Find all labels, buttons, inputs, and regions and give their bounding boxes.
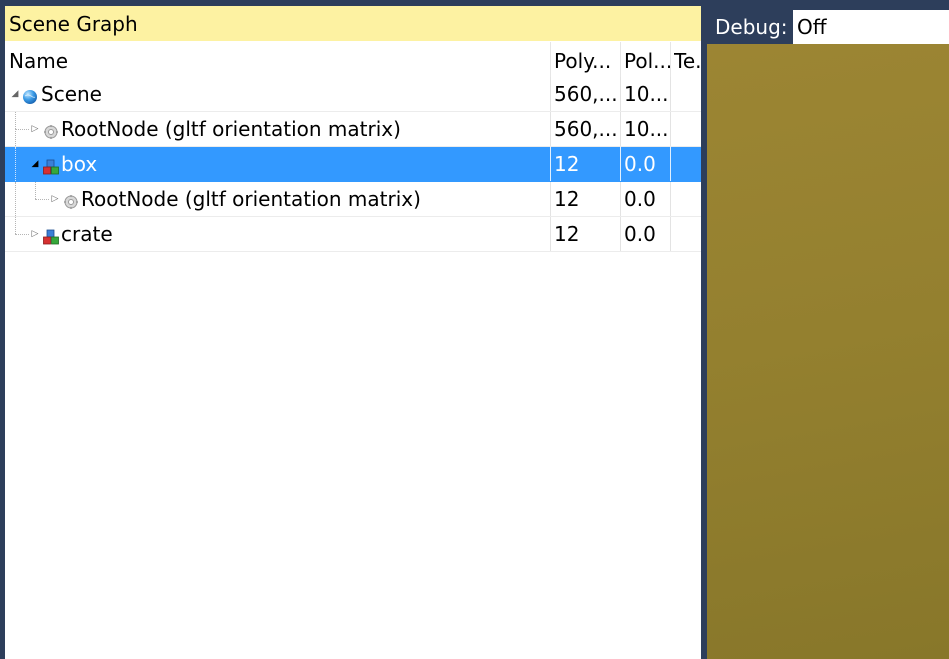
cubes-icon: [43, 156, 59, 175]
cell-divider: [620, 182, 621, 216]
column-header-row: Name Poly... Pol... Te...: [5, 42, 701, 77]
debug-toolbar: Debug: Off: [707, 6, 949, 44]
tree-row-rootnode[interactable]: ▷ RootNode (gltf orientation matrix) 12 …: [5, 182, 701, 217]
tree-row-rootnode[interactable]: ▷ RootNode (gltf orientation matrix) 560…: [5, 112, 701, 147]
column-header-name[interactable]: Name: [9, 42, 549, 77]
column-header-poly-percent[interactable]: Pol...: [624, 42, 670, 77]
tree-connector: [15, 129, 29, 130]
gear-node-icon: [63, 191, 79, 209]
tree-connector: [35, 199, 49, 200]
tree-row-label: box: [61, 152, 98, 176]
tree-row-label: Scene: [41, 82, 102, 106]
cell-divider: [620, 77, 621, 111]
collapsed-arrow-icon[interactable]: ▷: [30, 217, 40, 251]
scene-graph-panel: Scene Graph Name Poly... Pol... Te... ◢ …: [5, 6, 701, 659]
tree-row-box[interactable]: ◢ box 12 0.0: [5, 147, 701, 182]
polygons-cell: 12: [554, 222, 580, 246]
tree-row-scene[interactable]: ◢ Scene 560,... 10...: [5, 77, 701, 112]
poly-percent-cell: 0.0: [624, 222, 656, 246]
column-header-textures[interactable]: Te...: [674, 42, 701, 77]
tree-row-label: RootNode (gltf orientation matrix): [81, 187, 421, 211]
cell-divider: [670, 112, 671, 146]
cell-divider: [550, 147, 551, 181]
cell-divider: [620, 217, 621, 251]
tree-connector: [35, 182, 36, 199]
cell-divider: [550, 77, 551, 111]
debug-label: Debug:: [715, 15, 788, 39]
tree-connector: [15, 217, 16, 234]
textures-cell: [674, 182, 701, 216]
cell-divider: [670, 217, 671, 251]
textures-cell: [674, 147, 701, 181]
cell-divider: [550, 182, 551, 216]
expanded-arrow-icon[interactable]: ◢: [10, 77, 20, 111]
viewport-3d[interactable]: Debug: Off: [707, 6, 949, 659]
cell-divider: [670, 182, 671, 216]
tree-connector: [15, 112, 16, 129]
polygons-cell: 12: [554, 152, 580, 176]
gear-node-icon: [43, 121, 59, 139]
cell-divider: [620, 112, 621, 146]
tree-connector: [15, 147, 16, 181]
column-header-polygons[interactable]: Poly...: [554, 42, 618, 77]
poly-percent-cell: 0.0: [624, 152, 656, 176]
debug-mode-select[interactable]: Off: [793, 10, 949, 44]
tree-connector: [15, 234, 29, 235]
polygons-cell: 12: [554, 187, 580, 211]
tree-connector: [15, 129, 16, 146]
poly-percent-cell: 0.0: [624, 187, 656, 211]
globe-icon: [22, 86, 38, 104]
column-divider[interactable]: [550, 42, 551, 77]
cell-divider: [550, 112, 551, 146]
tree-row-label: crate: [61, 222, 113, 246]
tree-row-crate[interactable]: ▷ crate 12 0.0: [5, 217, 701, 252]
panel-title: Scene Graph: [5, 6, 701, 41]
tree-row-label: RootNode (gltf orientation matrix): [61, 117, 401, 141]
scene-graph-tree[interactable]: Name Poly... Pol... Te... ◢ Scene 560,..…: [5, 42, 701, 252]
polygons-cell: 560,...: [554, 82, 618, 106]
cell-divider: [550, 217, 551, 251]
textures-cell: [674, 217, 701, 251]
collapsed-arrow-icon[interactable]: ▷: [30, 112, 40, 146]
textures-cell: [674, 112, 701, 146]
cubes-icon: [43, 226, 59, 245]
expanded-arrow-icon[interactable]: ◢: [30, 147, 40, 181]
collapsed-arrow-icon[interactable]: ▷: [50, 182, 60, 216]
textures-cell: [674, 77, 701, 111]
poly-percent-cell: 10...: [624, 117, 669, 141]
tree-connector: [15, 182, 16, 216]
poly-percent-cell: 10...: [624, 82, 669, 106]
column-divider[interactable]: [670, 42, 671, 77]
column-divider[interactable]: [620, 42, 621, 77]
cell-divider: [670, 147, 671, 181]
cell-divider: [670, 77, 671, 111]
cell-divider: [620, 147, 621, 181]
polygons-cell: 560,...: [554, 117, 618, 141]
